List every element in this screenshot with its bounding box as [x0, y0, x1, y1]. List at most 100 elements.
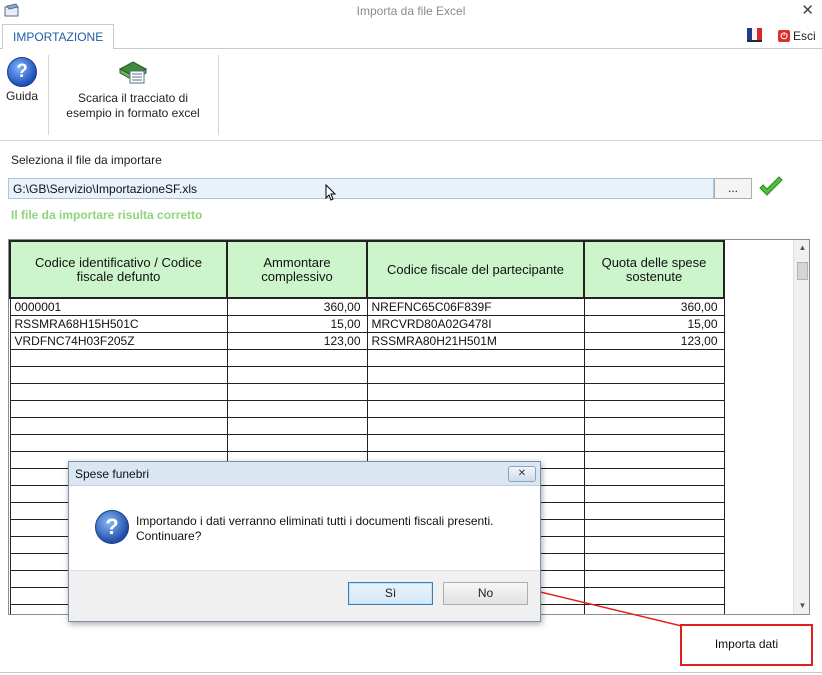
esci-button[interactable]: ⏻ Esci [778, 28, 816, 44]
file-path-input[interactable] [8, 178, 714, 199]
grid-cell[interactable] [226, 348, 368, 367]
grid-cell[interactable]: MRCVRD80A02G478I [366, 314, 585, 333]
yes-button[interactable]: Sì [348, 582, 433, 605]
grid-cell[interactable] [226, 382, 368, 401]
flag-icon[interactable] [745, 27, 763, 43]
grid-cell[interactable]: 15,00 [226, 314, 368, 333]
table-row-empty[interactable] [9, 348, 725, 367]
scarica-label-line2: esempio in formato excel [66, 106, 200, 120]
grid-cell[interactable]: 0000001 [9, 297, 228, 316]
grid-cell[interactable]: VRDFNC74H03F205Z [9, 331, 228, 350]
table-row-empty[interactable] [9, 399, 725, 418]
table-row[interactable]: RSSMRA68H15H501C 15,00 MRCVRD80A02G478I 15,… [9, 314, 725, 333]
grid-cell[interactable] [583, 535, 725, 554]
grid-cell[interactable] [583, 382, 725, 401]
table-row-empty[interactable] [9, 382, 725, 401]
grid-cell[interactable] [226, 399, 368, 418]
grid-cell[interactable] [583, 552, 725, 571]
dialog-message-line2: Continuare? [136, 529, 202, 543]
grid-cell[interactable] [9, 433, 228, 452]
scroll-up-icon[interactable]: ▲ [794, 240, 809, 256]
title-bar: Importa da file Excel ✕ [0, 0, 822, 22]
table-row-empty[interactable] [9, 365, 725, 384]
grid-cell[interactable] [583, 399, 725, 418]
dialog-close-icon[interactable]: ✕ [508, 466, 536, 482]
tab-importazione[interactable]: IMPORTAZIONE [2, 24, 115, 50]
grid-header-row: Codice identificativo / Codice fiscale d… [9, 240, 725, 299]
grid-cell[interactable] [583, 348, 725, 367]
grid-cell[interactable] [583, 433, 725, 452]
grid-cell[interactable]: 123,00 [226, 331, 368, 350]
status-message: Il file da importare risulta corretto [11, 208, 203, 222]
check-icon [759, 176, 783, 196]
table-row-empty[interactable] [9, 433, 725, 452]
ribbon-tab-strip: IMPORTAZIONE ⏻ Esci [0, 22, 822, 50]
table-row[interactable]: VRDFNC74H03F205Z 123,00 RSSMRA80H21H501M 12… [9, 331, 725, 350]
grid-cell[interactable] [583, 518, 725, 537]
scarica-tracciato-button[interactable]: Scarica il tracciato di esempio in forma… [50, 59, 216, 121]
grid-cell[interactable] [366, 348, 585, 367]
header-codice-partecipante[interactable]: Codice fiscale del partecipante [366, 240, 585, 299]
guida-button[interactable]: ? Guida [0, 57, 44, 103]
import-button[interactable]: Importa dati [686, 630, 807, 660]
bottom-divider [0, 672, 822, 673]
close-icon[interactable]: ✕ [801, 1, 814, 19]
scroll-down-icon[interactable]: ▼ [794, 598, 809, 614]
grid-cell[interactable] [583, 365, 725, 384]
grid-cell[interactable] [583, 484, 725, 503]
excel-download-icon [118, 61, 148, 84]
grid-cell[interactable]: 360,00 [583, 297, 725, 316]
grid-cell[interactable]: 15,00 [583, 314, 725, 333]
scroll-thumb[interactable] [797, 262, 808, 280]
grid-cell[interactable] [583, 416, 725, 435]
grid-cell[interactable] [9, 365, 228, 384]
confirm-dialog: Spese funebri ✕ ? Importando i dati verr… [68, 461, 541, 622]
question-icon: ? [95, 510, 129, 544]
grid-cell[interactable] [366, 382, 585, 401]
dialog-title-bar: Spese funebri ✕ [69, 462, 540, 486]
ribbon: ? Guida Scarica il tracciato di esempio … [0, 49, 822, 141]
table-row[interactable]: 0000001 360,00 NREFNC65C06F839F 360,00 [9, 297, 725, 316]
no-button[interactable]: No [443, 582, 528, 605]
grid-cell[interactable] [366, 416, 585, 435]
grid-cell[interactable] [366, 399, 585, 418]
grid-cell[interactable] [583, 603, 725, 614]
grid-cell[interactable]: RSSMRA68H15H501C [9, 314, 228, 333]
mouse-cursor-icon [325, 184, 337, 201]
esci-label: Esci [793, 29, 816, 43]
browse-button[interactable]: ... [714, 178, 752, 199]
dialog-message: Importando i dati verranno eliminati tut… [136, 514, 531, 544]
ribbon-separator [218, 55, 219, 135]
grid-cell[interactable] [366, 433, 585, 452]
guida-label: Guida [5, 89, 39, 103]
help-icon: ? [7, 57, 37, 87]
header-ammontare[interactable]: Ammontare complessivo [226, 240, 368, 299]
grid-cell[interactable] [9, 416, 228, 435]
grid-cell[interactable] [583, 450, 725, 469]
header-codice-defunto[interactable]: Codice identificativo / Codice fiscale d… [9, 240, 228, 299]
window-title: Importa da file Excel [356, 4, 466, 18]
grid-cell[interactable]: 123,00 [583, 331, 725, 350]
dialog-message-line1: Importando i dati verranno eliminati tut… [136, 514, 494, 528]
scarica-label-line1: Scarica il tracciato di [77, 91, 189, 105]
ribbon-separator [48, 55, 49, 135]
grid-cell[interactable]: NREFNC65C06F839F [366, 297, 585, 316]
grid-cell[interactable] [226, 365, 368, 384]
header-quota[interactable]: Quota delle spese sostenute [583, 240, 725, 299]
grid-cell[interactable] [9, 348, 228, 367]
grid-cell[interactable] [583, 586, 725, 605]
grid-cell[interactable] [583, 569, 725, 588]
table-row-empty[interactable] [9, 416, 725, 435]
vertical-scrollbar[interactable]: ▲ ▼ [793, 240, 809, 614]
grid-cell[interactable] [9, 399, 228, 418]
grid-cell[interactable] [583, 501, 725, 520]
dialog-footer: Sì No [69, 570, 540, 621]
grid-cell[interactable] [583, 467, 725, 486]
grid-cell[interactable]: 360,00 [226, 297, 368, 316]
grid-cell[interactable] [226, 433, 368, 452]
grid-cell[interactable] [366, 365, 585, 384]
grid-cell[interactable] [9, 382, 228, 401]
grid-cell[interactable]: RSSMRA80H21H501M [366, 331, 585, 350]
esci-icon: ⏻ [778, 30, 790, 42]
grid-cell[interactable] [226, 416, 368, 435]
